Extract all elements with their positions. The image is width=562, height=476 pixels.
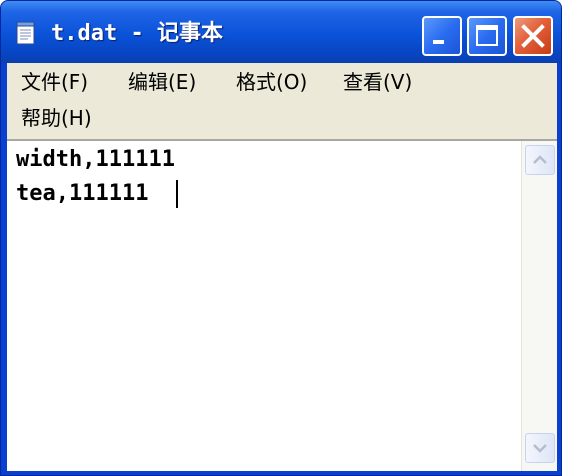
minimize-icon [433,40,444,44]
close-button[interactable] [513,16,553,56]
scroll-up-arrow-icon [533,155,547,164]
scroll-up-button[interactable] [525,145,555,175]
window-frame-bottom [1,471,561,475]
editor-line[interactable]: tea,111111 [16,177,148,211]
text-caret [176,180,178,208]
minimize-button[interactable] [422,16,462,56]
notepad-icon[interactable] [15,21,37,45]
scroll-down-button[interactable] [525,433,555,463]
menu-file[interactable]: 文件(F) [21,67,88,97]
notepad-window: t.dat - 记事本 文件(F) 编辑(E) 格式(O) 查看(V) 帮助(H… [0,0,562,476]
maximize-button[interactable] [467,16,507,56]
text-editor[interactable]: width,111111 tea,111111 [7,141,521,471]
scroll-down-arrow-icon [533,444,547,453]
editor-line[interactable]: width,111111 [16,143,175,177]
menu-bar: 文件(F) 编辑(E) 格式(O) 查看(V) 帮助(H) [7,63,557,139]
maximize-icon [476,25,498,46]
close-icon [521,24,545,48]
window-title: t.dat - 记事本 [51,21,223,46]
menu-view[interactable]: 查看(V) [343,67,412,97]
menu-edit[interactable]: 编辑(E) [128,67,196,97]
menu-help[interactable]: 帮助(H) [21,103,92,133]
title-bar[interactable]: t.dat - 记事本 [1,1,561,63]
menu-format[interactable]: 格式(O) [236,67,307,97]
vertical-scrollbar[interactable] [521,141,557,471]
